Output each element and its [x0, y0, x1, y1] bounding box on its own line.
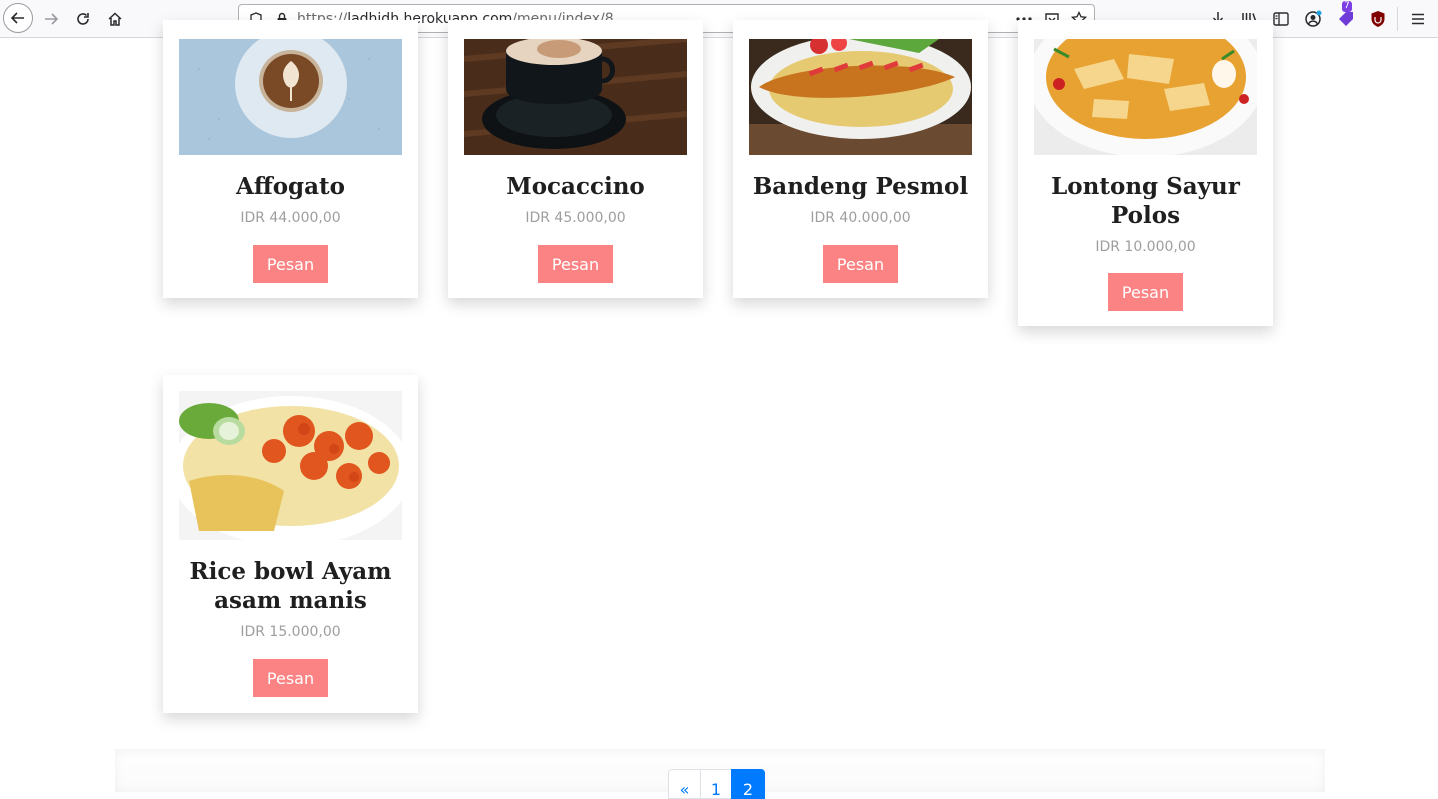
- menu-item-name: Lontong Sayur Polos: [1051, 173, 1240, 229]
- extension-badge: 7: [1342, 1, 1352, 12]
- pagination-page-1[interactable]: 1: [700, 769, 732, 799]
- reload-button[interactable]: [68, 4, 98, 34]
- account-button[interactable]: [1298, 4, 1328, 34]
- menu-item-name: Bandeng Pesmol: [752, 173, 969, 200]
- pagination-prev-link[interactable]: «: [668, 769, 701, 799]
- account-icon: [1305, 10, 1322, 27]
- menu-item-price: IDR 45.000,00: [525, 210, 626, 226]
- menu-item-name: Rice bowl Ayam asam manis: [189, 558, 392, 614]
- ublock-button[interactable]: [1363, 4, 1393, 34]
- latte-art-coffee-photo: [179, 39, 402, 155]
- lontong-curry-photo: [1034, 39, 1257, 155]
- home-icon: [108, 12, 122, 26]
- hamburger-menu-icon: [1412, 13, 1424, 25]
- pagination-page-2-active[interactable]: 2: [731, 769, 765, 799]
- tag-extension-icon: [1339, 12, 1353, 26]
- mocha-cup-photo: [464, 39, 687, 155]
- arrow-right-icon: [45, 13, 59, 25]
- ublock-shield-icon: [1371, 11, 1385, 27]
- menu-item-name: Affogato: [235, 173, 345, 200]
- pagination: « 1 2: [668, 769, 765, 799]
- back-button[interactable]: [3, 3, 33, 33]
- order-button[interactable]: Pesan: [1108, 273, 1183, 311]
- arrow-left-icon: [10, 12, 24, 24]
- menu-item-price: IDR 15.000,00: [240, 624, 341, 640]
- menu-card: Mocaccino IDR 45.000,00 Pesan: [448, 20, 703, 298]
- reload-icon: [77, 13, 89, 25]
- forward-button[interactable]: [36, 4, 66, 34]
- order-button[interactable]: Pesan: [823, 245, 898, 283]
- fried-milkfish-photo: [749, 39, 972, 155]
- home-button[interactable]: [100, 4, 130, 34]
- menu-item-name: Mocaccino: [506, 173, 645, 200]
- menu-card: Lontong Sayur Polos IDR 10.000,00 Pesan: [1018, 20, 1273, 326]
- sidebar-icon: [1273, 12, 1289, 26]
- order-button[interactable]: Pesan: [253, 245, 328, 283]
- menu-card: Bandeng Pesmol IDR 40.000,00 Pesan: [733, 20, 988, 298]
- menu-item-price: IDR 40.000,00: [810, 210, 911, 226]
- menu-button[interactable]: [1403, 4, 1433, 34]
- sweet-sour-chicken-bowl-photo: [179, 391, 402, 540]
- order-button[interactable]: Pesan: [538, 245, 613, 283]
- menu-card: Affogato IDR 44.000,00 Pesan: [163, 20, 418, 298]
- menu-card: Rice bowl Ayam asam manis IDR 15.000,00 …: [163, 375, 418, 713]
- menu-item-price: IDR 10.000,00: [1095, 239, 1196, 255]
- menu-item-price: IDR 44.000,00: [240, 210, 341, 226]
- order-button[interactable]: Pesan: [253, 659, 328, 697]
- extension-button[interactable]: 7: [1331, 1, 1361, 34]
- toolbar-separator: [1397, 7, 1398, 31]
